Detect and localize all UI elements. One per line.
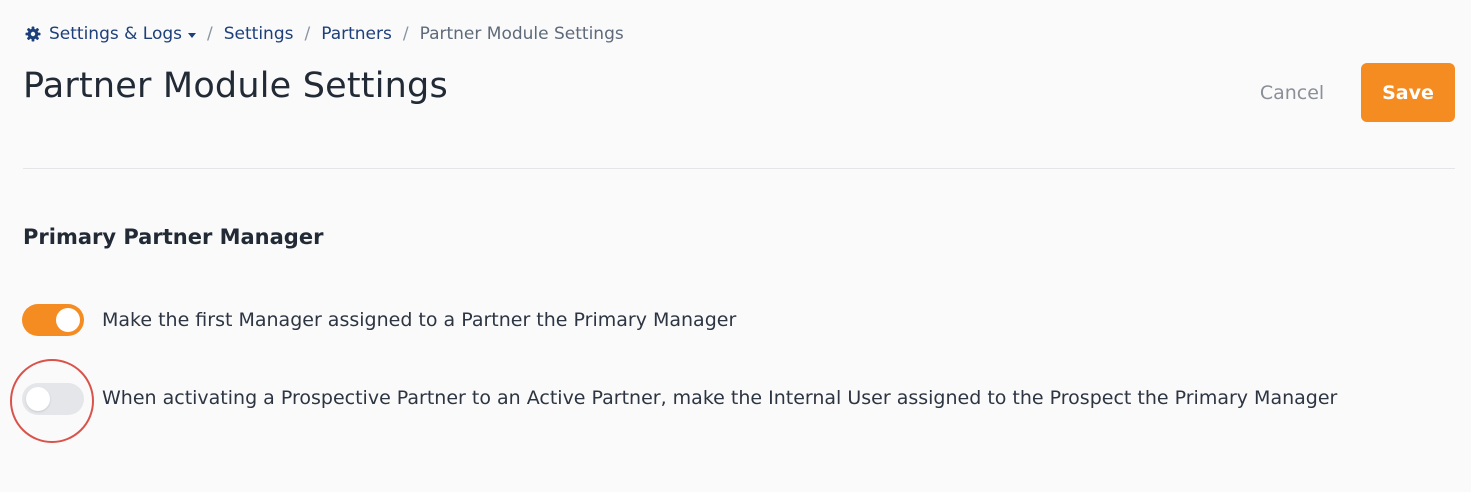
- section-title: Primary Partner Manager: [23, 225, 324, 249]
- toggle-knob: [26, 387, 50, 411]
- save-button[interactable]: Save: [1361, 63, 1455, 122]
- partner-module-settings-page: Settings & Logs / Settings / Partners / …: [0, 0, 1471, 492]
- internal-user-primary-label: When activating a Prospective Partner to…: [102, 387, 1338, 409]
- header-divider: [23, 168, 1455, 169]
- breadcrumb-root-label: Settings & Logs: [49, 24, 183, 44]
- internal-user-primary-toggle[interactable]: [22, 383, 84, 415]
- breadcrumb-separator: /: [304, 24, 311, 44]
- page-title: Partner Module Settings: [23, 66, 448, 106]
- gear-icon: [25, 26, 41, 42]
- breadcrumb-settings-logs-dropdown[interactable]: Settings & Logs: [25, 24, 197, 44]
- breadcrumb-current: Partner Module Settings: [419, 24, 624, 44]
- toggle-knob: [56, 308, 80, 332]
- breadcrumb: Settings & Logs / Settings / Partners / …: [25, 22, 624, 46]
- cancel-button[interactable]: Cancel: [1236, 66, 1348, 120]
- breadcrumb-separator: /: [402, 24, 409, 44]
- caret-down-icon: [188, 32, 197, 38]
- first-manager-primary-label: Make the first Manager assigned to a Par…: [102, 309, 737, 331]
- breadcrumb-settings-link[interactable]: Settings: [224, 24, 294, 44]
- breadcrumb-separator: /: [207, 24, 213, 44]
- first-manager-primary-toggle[interactable]: [22, 304, 84, 336]
- breadcrumb-partners-link[interactable]: Partners: [321, 24, 392, 44]
